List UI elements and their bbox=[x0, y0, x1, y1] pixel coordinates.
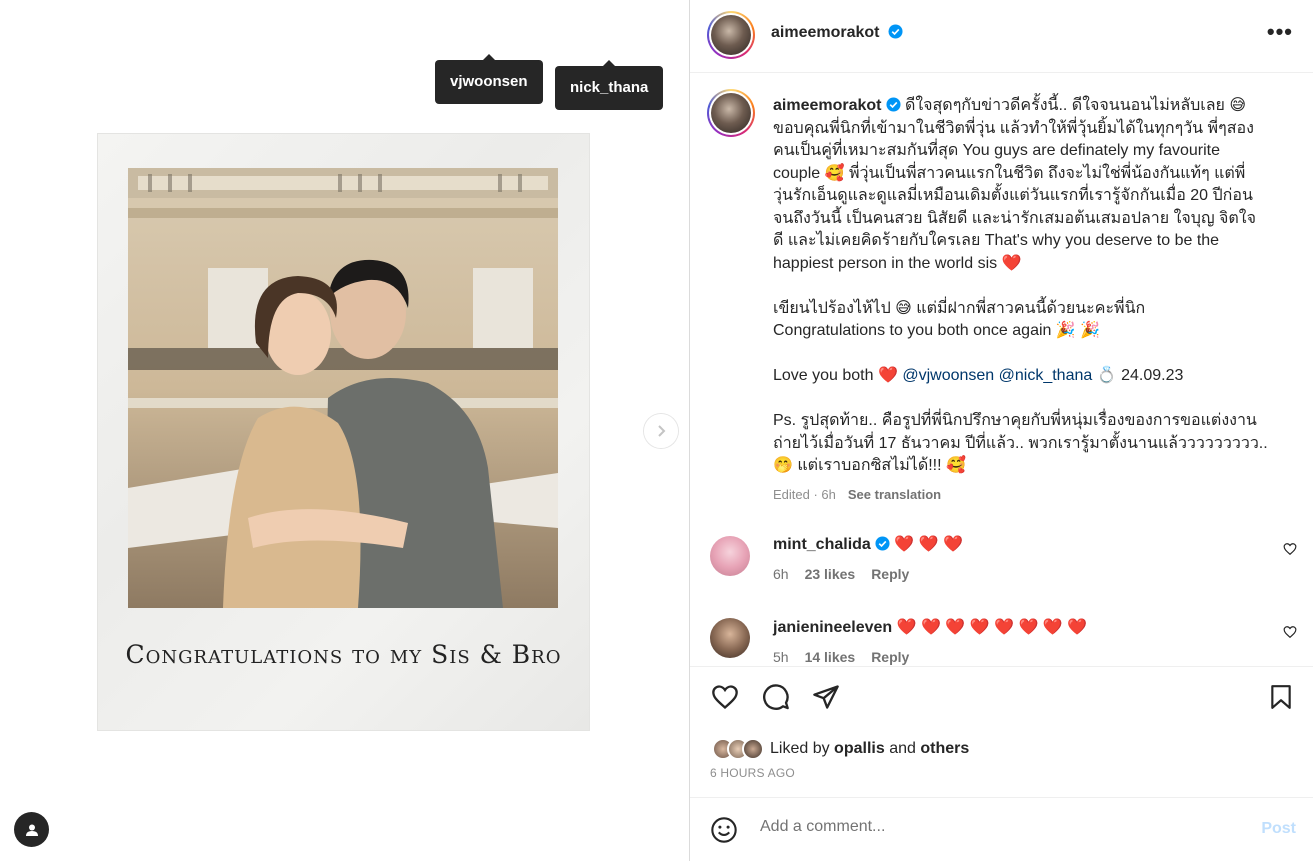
caption-avatar[interactable] bbox=[707, 89, 755, 137]
verified-badge-icon bbox=[875, 536, 890, 551]
author-avatar[interactable] bbox=[707, 11, 755, 59]
comment-meta: 5h 14 likes Reply bbox=[773, 649, 925, 665]
add-comment-bar: Post bbox=[690, 797, 1313, 861]
commenter-avatar[interactable] bbox=[710, 618, 750, 658]
comment-likes[interactable]: 14 likes bbox=[805, 649, 856, 665]
commenter-avatar[interactable] bbox=[710, 536, 750, 576]
comment-body: ❤️ ❤️ ❤️ ❤️ ❤️ ❤️ ❤️ ❤️ bbox=[896, 619, 1088, 636]
verified-badge-icon bbox=[885, 97, 901, 112]
caption-line: Ps. รูปสุดท้าย.. คือรูปที่พี่นิกปรึกษาคุ… bbox=[773, 412, 1257, 429]
reply-button[interactable]: Reply bbox=[871, 566, 909, 582]
commenter-username[interactable]: janienineeleven bbox=[773, 619, 892, 636]
bookmark-icon[interactable] bbox=[1268, 683, 1294, 711]
next-photo-button[interactable] bbox=[644, 414, 678, 448]
comment-item: janienineeleven ❤️ ❤️ ❤️ ❤️ ❤️ ❤️ ❤️ ❤️ … bbox=[690, 609, 1313, 666]
user-tag-nick-thana[interactable]: nick_thana bbox=[555, 60, 664, 110]
post-header: aimeemorakot ••• bbox=[690, 0, 1313, 73]
caption-line: ขอบคุณพี่นิกที่เข้ามาในชีวิตพี่วุ่น แล้ว… bbox=[773, 119, 1254, 137]
post-photo[interactable] bbox=[128, 168, 558, 608]
comment-icon[interactable] bbox=[761, 683, 791, 711]
emoji-icon[interactable] bbox=[710, 816, 738, 844]
caption-line: couple 🥰 พี่วุ่นเป็นพี่สาวคนแรกในชีวิต ถ… bbox=[773, 164, 1246, 182]
user-tag-vjwoonsen[interactable]: vjwoonsen bbox=[435, 54, 543, 104]
heart-icon[interactable] bbox=[710, 683, 740, 711]
comment-text: janienineeleven ❤️ ❤️ ❤️ ❤️ ❤️ ❤️ ❤️ ❤️ bbox=[773, 617, 1087, 637]
post-comment-button[interactable]: Post bbox=[1261, 820, 1296, 838]
caption-meta: Edited · 6h See translation bbox=[773, 487, 941, 502]
caption-line: คนเป็นคู่ที่เหมาะสมกันที่สุด You guys ar… bbox=[773, 142, 1221, 159]
caption-line: 🤭 แต่เราบอกซิสไม่ได้!!! 🥰 bbox=[773, 457, 966, 474]
comment-time: 5h bbox=[773, 649, 789, 665]
caption-line: เขียนไปร้องไห้ไป 😅 แต่มี่ฝากพี่สาวคนนี้ด… bbox=[773, 299, 1146, 317]
comments-area: aimeemorakot ดีใจสุดๆกับข่าวดีครั้งนี้..… bbox=[690, 74, 1313, 666]
user-icon bbox=[25, 824, 38, 836]
caption-line: Love you both ❤️ bbox=[773, 367, 898, 384]
comment-text: mint_chalida ❤️ ❤️ ❤️ bbox=[773, 534, 963, 554]
author-username[interactable]: aimeemorakot bbox=[771, 24, 903, 42]
show-tags-button[interactable] bbox=[14, 812, 49, 847]
post-media-pane: Congratulations to my Sis & Bro vjwoonse… bbox=[0, 0, 690, 861]
post-caption: aimeemorakot ดีใจสุดๆกับข่าวดีครั้งนี้..… bbox=[773, 95, 1293, 478]
caption-line: วุ่นรักเอ็นดูและดูแลมี่เหมือนเดิมตั้งแต่… bbox=[773, 187, 1253, 204]
comment-time: 6h bbox=[773, 566, 789, 582]
share-icon[interactable] bbox=[811, 683, 841, 711]
caption-line: ดี และไม่เคยคิดร้ายกับใครเลย That's why … bbox=[773, 232, 1220, 249]
caption-timestamp: Edited · 6h bbox=[773, 487, 836, 502]
caption-line: ดีใจสุดๆกับข่าวดีครั้งนี้.. ดีใจจนนอนไม่… bbox=[904, 97, 1247, 114]
likes-summary: Liked by opallis and others bbox=[712, 736, 969, 762]
likes-others-link[interactable]: others bbox=[920, 740, 969, 757]
likes-text[interactable]: Liked by opallis and others bbox=[770, 740, 969, 758]
comment-likes[interactable]: 23 likes bbox=[805, 566, 856, 582]
caption-line: 💍 24.09.23 bbox=[1096, 367, 1184, 384]
see-translation-link[interactable]: See translation bbox=[848, 487, 941, 502]
commenter-username[interactable]: mint_chalida bbox=[773, 536, 871, 553]
mention-nick-thana[interactable]: @nick_thana bbox=[999, 367, 1093, 384]
caption-line: happiest person in the world sis ❤️ bbox=[773, 254, 1022, 272]
comment-like-heart-icon[interactable] bbox=[1283, 625, 1297, 639]
liker-avatar bbox=[742, 738, 764, 760]
caption-line: ถ่ายไว้เมื่อวันที่ 17 ธันวาคม ปีที่แล้ว.… bbox=[773, 434, 1268, 452]
more-options-button[interactable]: ••• bbox=[1267, 21, 1293, 43]
post-timestamp: 6 HOURS AGO bbox=[710, 766, 795, 780]
caption-line: Congratulations to you both once again 🎉… bbox=[773, 322, 1101, 339]
chevron-right-icon bbox=[658, 425, 666, 437]
reply-button[interactable]: Reply bbox=[871, 649, 909, 665]
verified-badge-icon bbox=[888, 24, 903, 39]
comment-like-heart-icon[interactable] bbox=[1283, 542, 1297, 556]
comment-item: mint_chalida ❤️ ❤️ ❤️ 6h 23 likes Reply bbox=[690, 526, 1313, 590]
liker-username[interactable]: opallis bbox=[834, 740, 885, 757]
comment-body: ❤️ ❤️ ❤️ bbox=[894, 536, 963, 553]
caption-line: จนถึงวันนี้ เป็นคนสวย นิสัยดี และน่ารักเ… bbox=[773, 209, 1256, 227]
comment-input[interactable] bbox=[760, 818, 1240, 836]
post-action-bar bbox=[690, 666, 1313, 726]
post-details-panel: aimeemorakot ••• aimeemorakot ดีใจสุดๆกั… bbox=[690, 0, 1313, 861]
mention-vjwoonsen[interactable]: @vjwoonsen bbox=[902, 367, 994, 384]
photo-overlay-caption: Congratulations to my Sis & Bro bbox=[125, 640, 562, 669]
caption-username[interactable]: aimeemorakot bbox=[773, 97, 882, 114]
comment-meta: 6h 23 likes Reply bbox=[773, 566, 925, 582]
